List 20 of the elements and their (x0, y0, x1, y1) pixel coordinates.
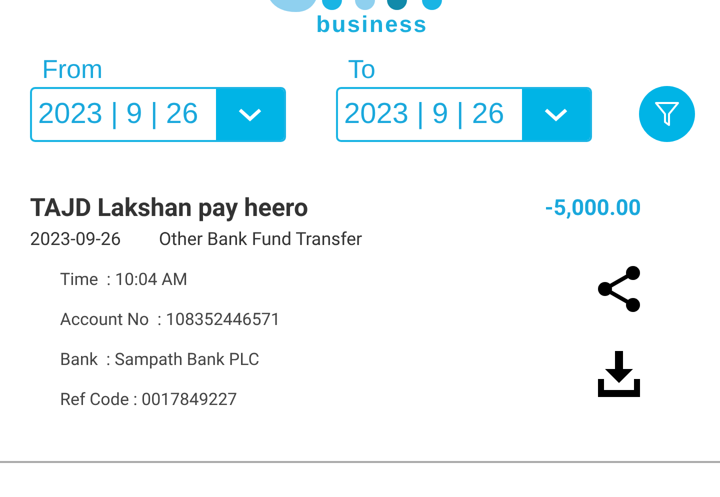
detail-line: Time : 10:04 AM (60, 270, 188, 291)
filter-icon (654, 100, 680, 128)
share-icon[interactable] (597, 265, 641, 313)
transaction-type: Other Bank Fund Transfer (158, 229, 362, 250)
transaction-date: 2023-09-26 (30, 229, 121, 250)
date-picker[interactable]: 2023 | 9 | 26 (336, 87, 592, 142)
logo-text: business (316, 12, 428, 36)
detail-line: Bank : Sampath Bank PLC (60, 350, 260, 371)
dropdown-button[interactable] (522, 89, 590, 140)
date-label: From (42, 54, 104, 84)
payee-name: TAJD Lakshan pay heero (30, 194, 308, 223)
detail-line: Ref Code : 0017849227 (60, 390, 238, 411)
dropdown-button[interactable] (216, 89, 284, 140)
chevron-down-icon (543, 106, 569, 122)
detail-line: Account No : 108352446571 (60, 310, 280, 331)
amount: -5,000.00 (544, 196, 641, 221)
download-icon[interactable] (597, 351, 641, 397)
chevron-down-icon (237, 106, 263, 122)
date-label: To (348, 54, 376, 84)
date-picker[interactable]: 2023 | 9 | 26 (30, 87, 286, 142)
